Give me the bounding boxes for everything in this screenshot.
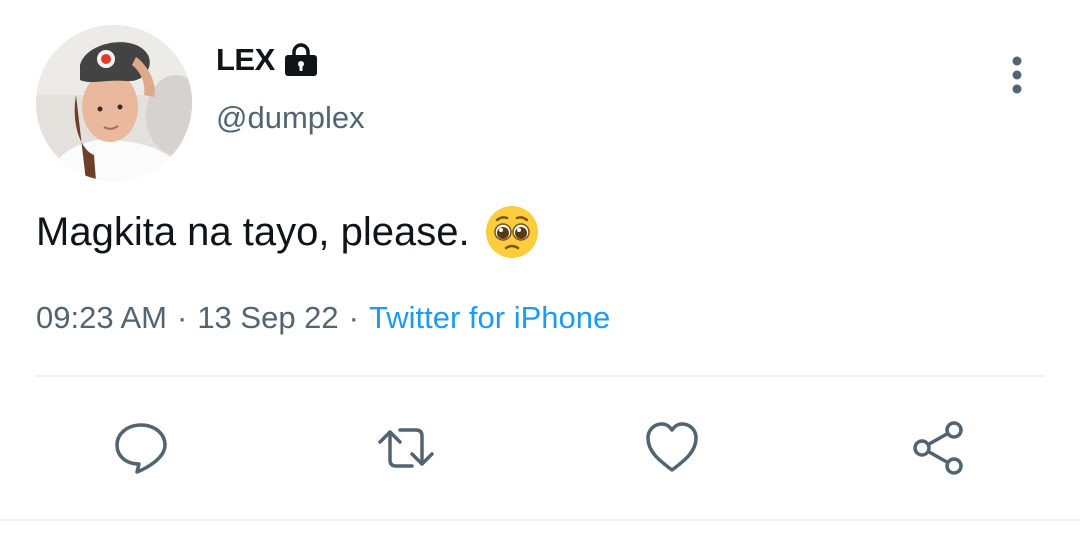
tweet-source-link[interactable]: Twitter for iPhone [369, 300, 610, 336]
retweet-icon [378, 428, 434, 468]
tweet-text: Magkita na tayo, please. [36, 209, 470, 254]
avatar-image [36, 25, 192, 181]
display-name-row: LEX [216, 40, 319, 80]
share-icon [913, 421, 963, 475]
reply-button[interactable] [111, 418, 171, 478]
tweet-card: LEX @dumplex Magkita na tayo, please. 09… [0, 0, 1080, 540]
tweet-date: 13 Sep 22 [197, 300, 339, 335]
meta-separator: · [176, 300, 188, 335]
like-button[interactable] [642, 418, 702, 478]
divider [0, 519, 1080, 521]
comment-icon [115, 423, 167, 474]
display-name[interactable]: LEX [216, 42, 275, 78]
lock-icon [283, 42, 319, 78]
user-handle[interactable]: @dumplex [216, 100, 365, 136]
share-button[interactable] [908, 418, 968, 478]
more-vertical-icon [1012, 56, 1022, 94]
pleading-face-emoji [484, 204, 540, 260]
heart-icon [646, 422, 698, 472]
divider [36, 375, 1044, 377]
avatar[interactable] [36, 25, 192, 181]
more-options-button[interactable] [996, 52, 1038, 98]
tweet-time: 09:23 AM [36, 300, 167, 335]
meta-separator: · [348, 300, 359, 335]
tweet-meta: 09:23 AM · 13 Sep 22 · Twitter for iPhon… [36, 300, 610, 336]
tweet-text-row: Magkita na tayo, please. [36, 204, 540, 260]
retweet-button[interactable] [376, 418, 436, 478]
